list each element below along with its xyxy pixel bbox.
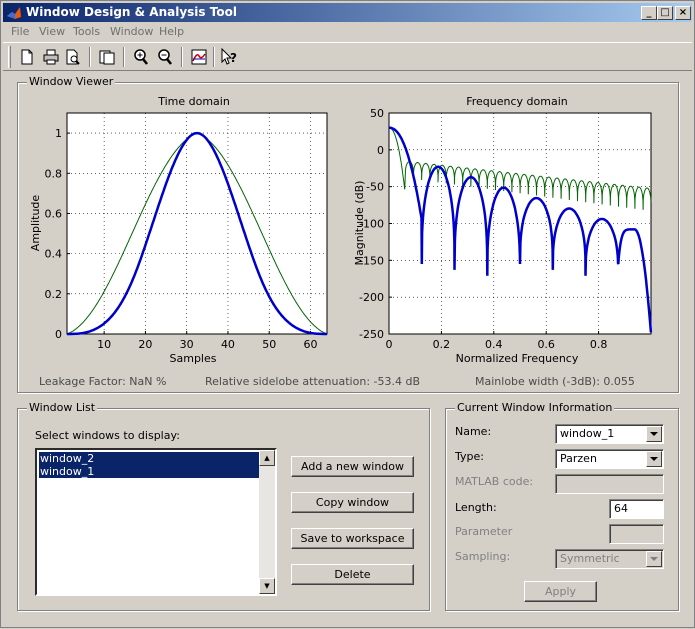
matlab-code-field bbox=[555, 474, 664, 494]
time-domain-axes[interactable] bbox=[66, 112, 328, 335]
list-item-window-2[interactable]: window_2 bbox=[39, 452, 261, 465]
sampling-dropdown: Symmetric bbox=[555, 549, 664, 569]
y-tick-label: 0 bbox=[55, 328, 62, 341]
select-windows-label: Select windows to display: bbox=[35, 429, 180, 442]
freq-domain-ylabel: Magnitude (dB) bbox=[353, 181, 366, 266]
mainlobe-width-text: Mainlobe width (-3dB): 0.055 bbox=[475, 375, 635, 388]
y-tick-label: 0.4 bbox=[45, 248, 63, 261]
y-tick-label: 0.8 bbox=[45, 167, 63, 180]
app-window: Window Design & Analysis Tool _ □ × File… bbox=[0, 0, 695, 628]
y-tick-label: -200 bbox=[359, 291, 384, 304]
x-tick-label: 0.2 bbox=[433, 338, 451, 351]
x-tick-label: 0.8 bbox=[590, 338, 608, 351]
chevron-down-icon[interactable] bbox=[646, 426, 662, 442]
x-tick-label: 0.4 bbox=[485, 338, 503, 351]
scroll-up-arrow-icon[interactable]: ▲ bbox=[259, 450, 275, 466]
y-tick-label: 50 bbox=[370, 107, 384, 120]
name-dropdown[interactable]: window_1 bbox=[555, 424, 664, 444]
list-item-window-1[interactable]: window_1 bbox=[39, 465, 261, 478]
x-tick-label: 40 bbox=[221, 338, 235, 351]
parameter-label: Parameter bbox=[455, 525, 513, 538]
freq-domain-axes[interactable] bbox=[388, 112, 652, 335]
y-tick-label: -250 bbox=[359, 328, 384, 341]
delete-button[interactable]: Delete bbox=[291, 564, 414, 585]
x-tick-label: 0 bbox=[386, 338, 393, 351]
scroll-down-arrow-icon[interactable]: ▼ bbox=[259, 578, 275, 594]
type-label: Type: bbox=[455, 450, 484, 463]
x-tick-label: 50 bbox=[262, 338, 276, 351]
x-tick-label: 0.6 bbox=[537, 338, 555, 351]
x-tick-label: 20 bbox=[138, 338, 152, 351]
sidelobe-attenuation-text: Relative sidelobe attenuation: -53.4 dB bbox=[205, 375, 421, 388]
y-tick-label: 0 bbox=[377, 144, 384, 157]
x-tick-label: 60 bbox=[303, 338, 317, 351]
type-dropdown[interactable]: Parzen bbox=[555, 449, 664, 469]
save-to-workspace-button[interactable]: Save to workspace bbox=[291, 528, 414, 549]
apply-button: Apply bbox=[524, 581, 597, 602]
leakage-factor-text: Leakage Factor: NaN % bbox=[39, 375, 167, 388]
window-list-label: Window List bbox=[27, 401, 98, 414]
time-domain-xlabel: Samples bbox=[170, 352, 217, 365]
y-tick-label: -50 bbox=[366, 181, 384, 194]
window-listbox[interactable]: window_2 window_1 ▲ ▼ bbox=[35, 448, 277, 596]
y-tick-label: 0.2 bbox=[45, 288, 63, 301]
listbox-scrollbar[interactable]: ▲ ▼ bbox=[259, 450, 275, 594]
parameter-input bbox=[609, 524, 664, 544]
x-tick-label: 10 bbox=[97, 338, 111, 351]
time-domain-ylabel: Amplitude bbox=[29, 195, 42, 252]
y-tick-label: 0.6 bbox=[45, 207, 63, 220]
name-label: Name: bbox=[455, 425, 492, 438]
freq-domain-title: Frequency domain bbox=[466, 95, 568, 108]
x-tick-label: 30 bbox=[180, 338, 194, 351]
add-window-button[interactable]: Add a new window bbox=[291, 456, 414, 477]
matlab-code-label: MATLAB code: bbox=[455, 475, 534, 488]
y-tick-label: 1 bbox=[55, 127, 62, 140]
chevron-down-icon[interactable] bbox=[646, 451, 662, 467]
freq-domain-xlabel: Normalized Frequency bbox=[456, 352, 579, 365]
current-window-info-label: Current Window Information bbox=[455, 401, 615, 414]
sampling-label: Sampling: bbox=[455, 550, 511, 563]
length-label: Length: bbox=[455, 501, 497, 514]
length-input[interactable]: 64 bbox=[609, 499, 664, 519]
time-domain-title: Time domain bbox=[157, 95, 230, 108]
copy-window-button[interactable]: Copy window bbox=[291, 492, 414, 513]
chevron-down-icon bbox=[646, 551, 662, 567]
